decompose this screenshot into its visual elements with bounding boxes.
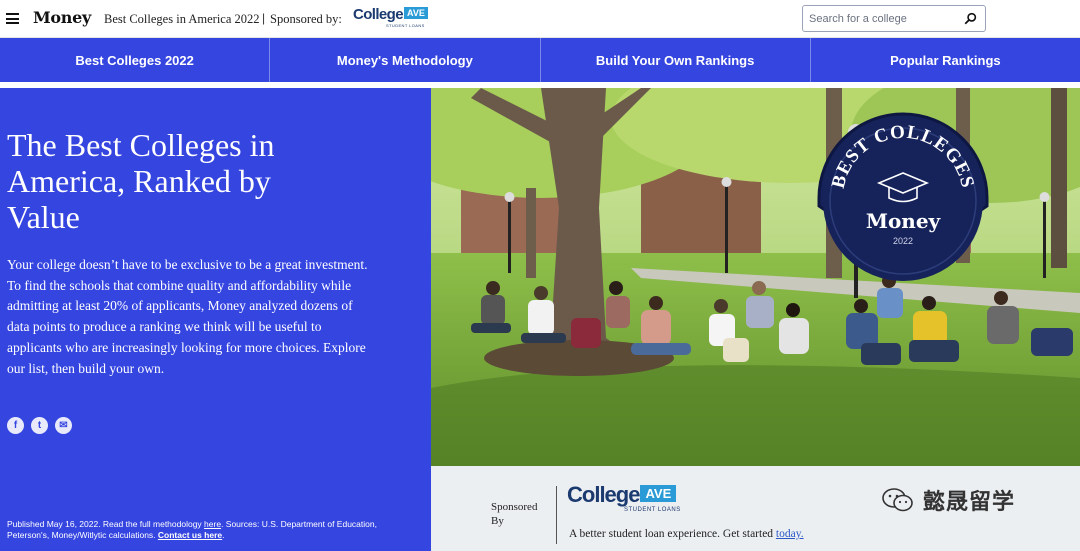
- publication-note: Published May 16, 2022. Read the full me…: [7, 519, 377, 541]
- sponsored-line-2: By: [491, 515, 504, 527]
- college-ave-logo-large[interactable]: College AVE STUDENT LOANS: [567, 482, 680, 513]
- main-nav: Best Colleges 2022 Money's Methodology B…: [0, 38, 1080, 82]
- contact-link[interactable]: Contact us here: [158, 530, 222, 540]
- sponsor-name: College: [353, 6, 404, 23]
- watermark: 懿晟留学: [881, 484, 1015, 516]
- campus-scene: BEST COLLEGES Money 2022: [431, 88, 1080, 466]
- sponsor-tagline-text: A better student loan experience. Get st…: [569, 528, 776, 540]
- sponsor-sub: STUDENT LOANS: [386, 23, 425, 28]
- hero-description: Your college doesn’t have to be exclusiv…: [7, 257, 368, 376]
- sponsor-divider: [556, 486, 557, 544]
- methodology-link[interactable]: here: [204, 519, 221, 529]
- contact-link-text: Contact us here: [157, 530, 223, 540]
- page-title: The Best Colleges in America, Ranked by …: [7, 127, 275, 235]
- nav-best-colleges[interactable]: Best Colleges 2022: [0, 38, 271, 82]
- hero-text-panel: The Best Colleges in America, Ranked by …: [0, 88, 431, 551]
- sponsored-by-text: Sponsored By: [491, 500, 537, 528]
- sponsor-link[interactable]: today.: [776, 528, 804, 540]
- sponsor-name-large: College: [567, 482, 640, 507]
- sponsor-ave-large: AVE: [640, 485, 677, 502]
- sponsor-panel: Sponsored By College AVE STUDENT LOANS A …: [431, 466, 1080, 551]
- search-icon[interactable]: [964, 12, 977, 25]
- search-input[interactable]: [809, 10, 959, 28]
- watermark-text: 懿晟留学: [923, 489, 1016, 514]
- email-icon[interactable]: ✉: [55, 417, 72, 434]
- badge-year: 2022: [893, 236, 913, 246]
- search-box: [802, 5, 986, 32]
- sponsor-sub-large: STUDENT LOANS: [624, 507, 681, 513]
- facebook-icon[interactable]: f: [7, 417, 24, 434]
- footnote-text-1: Published May 16, 2022. Read the full me…: [7, 519, 205, 529]
- social-share: f t ✉: [7, 417, 72, 434]
- college-ave-logo[interactable]: College AVE STUDENT LOANS: [353, 6, 428, 30]
- menu-icon[interactable]: [6, 13, 19, 24]
- header-tagline: Best Colleges in America 2022: [104, 12, 260, 26]
- top-bar: Money Best Colleges in America 2022 | Sp…: [0, 0, 1080, 38]
- twitter-icon[interactable]: t: [31, 417, 48, 434]
- sponsored-by-label: Sponsored by:: [270, 12, 342, 26]
- footnote-text-3: .: [222, 530, 225, 540]
- sponsor-ave: AVE: [403, 7, 428, 19]
- sponsor-tagline: A better student loan experience. Get st…: [569, 528, 804, 540]
- nav-build-rankings[interactable]: Build Your Own Rankings: [541, 38, 811, 82]
- wechat-icon: [882, 488, 913, 512]
- header-separator: |: [262, 11, 266, 25]
- badge-brand: Money: [866, 209, 942, 233]
- nav-popular-rankings[interactable]: Popular Rankings: [811, 38, 1080, 82]
- sponsored-line-1: Sponsored: [491, 501, 538, 513]
- nav-methodology[interactable]: Money's Methodology: [270, 38, 541, 82]
- campus-photo: BEST COLLEGES Money 2022: [431, 88, 1080, 466]
- money-logo[interactable]: Money: [33, 8, 91, 27]
